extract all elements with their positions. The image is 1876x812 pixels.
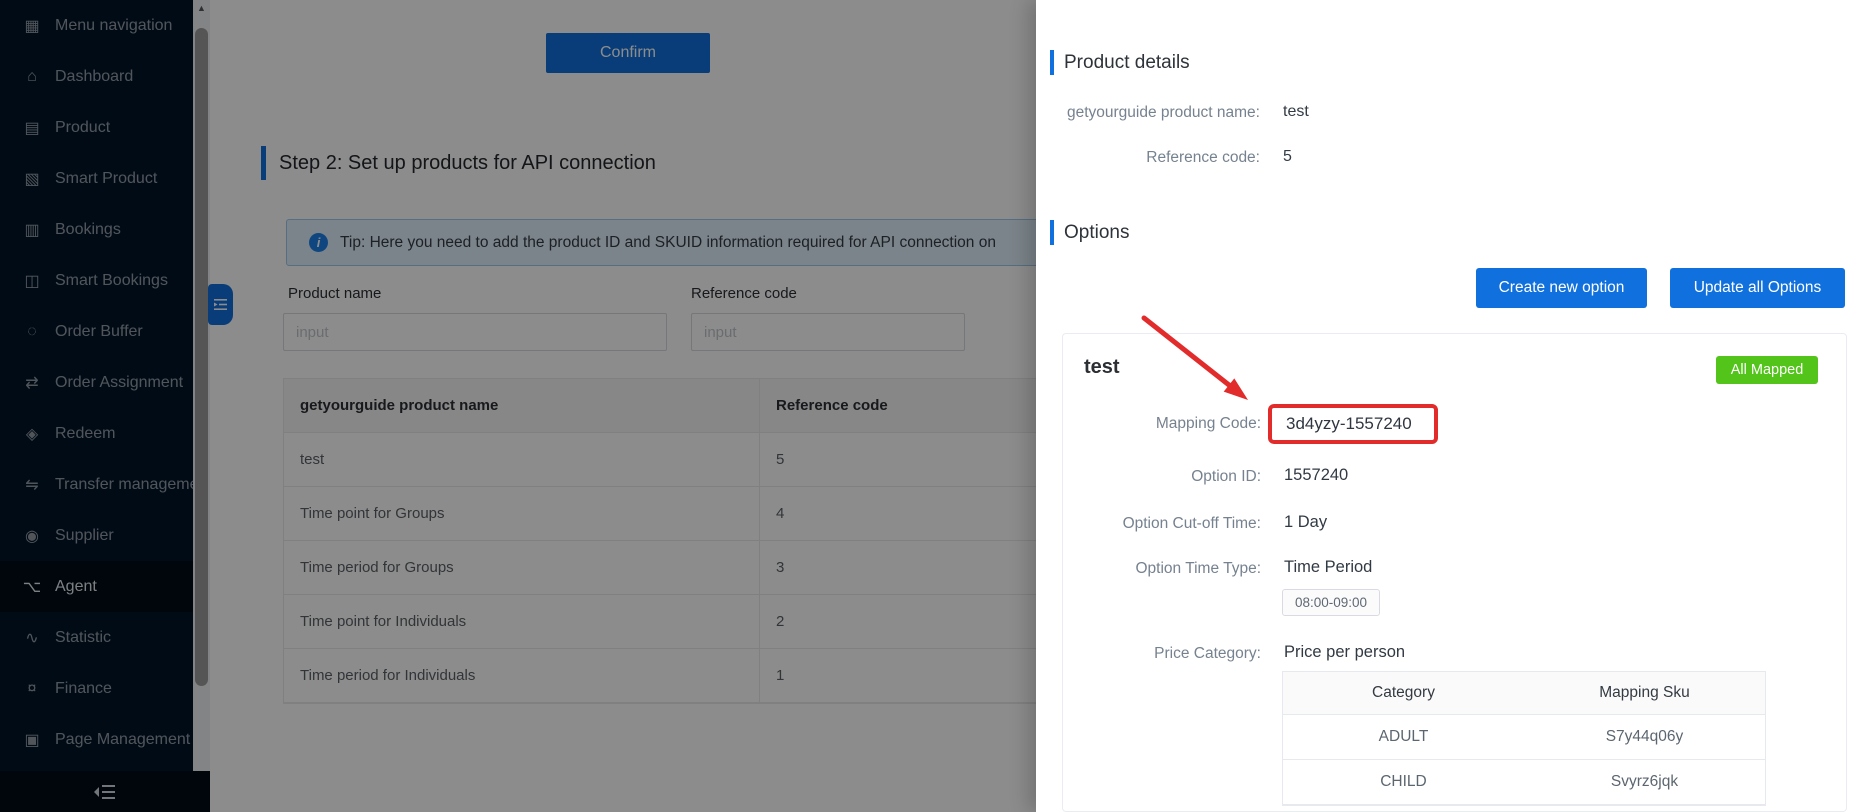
time-type-label: Option Time Type: [1063, 560, 1261, 578]
price-category-value: Price per person [1284, 643, 1405, 662]
reference-code-label: Reference code: [1036, 149, 1260, 167]
time-slot-chip: 08:00-09:00 [1282, 589, 1380, 616]
column-header: Mapping Sku [1524, 684, 1765, 702]
cutoff-time-value: 1 Day [1284, 513, 1327, 532]
cell-mapping-sku: Svyrz6jqk [1524, 773, 1765, 791]
options-heading: Options [1050, 220, 1129, 245]
product-name-value: test [1283, 103, 1309, 121]
mapping-code-value: 3d4yzy-1557240 [1286, 414, 1412, 434]
option-id-value: 1557240 [1284, 466, 1348, 485]
update-all-options-button[interactable]: Update all Options [1670, 268, 1845, 308]
price-category-label: Price Category: [1063, 645, 1261, 663]
app-window: ▦ Menu navigation ⌂ Dashboard ▤ Product … [0, 0, 1876, 812]
heading-accent-bar [1050, 50, 1054, 75]
details-drawer: Product details getyourguide product nam… [1036, 0, 1876, 812]
option-name: test [1084, 356, 1120, 379]
column-header: Category [1283, 684, 1524, 702]
price-table-row: CHILD Svyrz6jqk [1283, 760, 1765, 805]
product-details-heading: Product details [1050, 50, 1190, 75]
time-type-value: Time Period [1284, 558, 1372, 577]
reference-code-value: 5 [1283, 148, 1292, 166]
option-id-label: Option ID: [1063, 468, 1261, 486]
cell-category: CHILD [1283, 773, 1524, 791]
create-new-option-button[interactable]: Create new option [1476, 268, 1647, 308]
mapping-code-highlight-box: 3d4yzy-1557240 [1268, 404, 1438, 444]
cell-category: ADULT [1283, 728, 1524, 746]
price-table-header-row: Category Mapping Sku [1283, 672, 1765, 715]
section-title: Product details [1064, 52, 1190, 74]
price-mapping-table: Category Mapping Sku ADULT S7y44q06y CHI… [1282, 671, 1766, 806]
product-name-label: getyourguide product name: [1036, 104, 1260, 122]
section-title: Options [1064, 222, 1129, 244]
cell-mapping-sku: S7y44q06y [1524, 728, 1765, 746]
price-table-row: ADULT S7y44q06y [1283, 715, 1765, 760]
mapping-code-label: Mapping Code: [1063, 415, 1261, 433]
all-mapped-badge: All Mapped [1716, 356, 1818, 384]
drawer-mask-overlay[interactable] [0, 0, 1036, 812]
option-card: test All Mapped Mapping Code: 3d4yzy-155… [1062, 333, 1847, 812]
heading-accent-bar [1050, 220, 1054, 245]
cutoff-time-label: Option Cut-off Time: [1063, 515, 1261, 533]
